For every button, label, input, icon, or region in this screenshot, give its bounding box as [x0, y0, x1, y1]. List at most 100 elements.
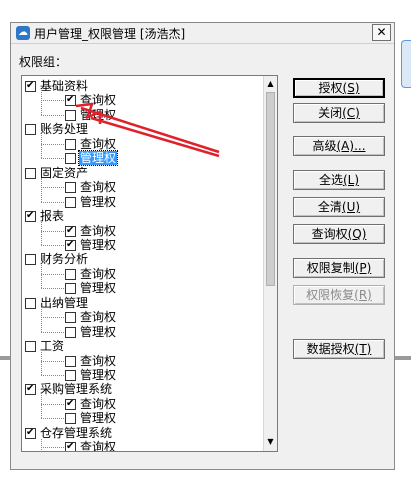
tree-checkbox[interactable] [65, 93, 76, 106]
tree-child-node[interactable]: 管理权 [65, 368, 117, 382]
permission-tree[interactable]: 基础资料查询权管理权账务处理查询权管理权固定资产查询权管理权报表查询权管理权财务… [21, 75, 278, 452]
restore-rights-button[interactable]: 权限恢复(R) [293, 285, 385, 305]
tree-child-node[interactable]: 查询权 [65, 137, 117, 151]
tree-child-node[interactable]: 管理权 [65, 238, 117, 252]
button-hotkey: (U) [341, 200, 361, 214]
scroll-thumb[interactable] [266, 92, 275, 286]
tree-connector [41, 179, 42, 202]
tree-child-node[interactable]: 管理权 [65, 108, 117, 122]
scroll-up-arrow[interactable]: ▲ [264, 77, 277, 91]
tree-node-label: 查询权 [80, 224, 117, 238]
data-auth-button[interactable]: 数据授权(T) [293, 339, 385, 359]
tree-connector [41, 332, 64, 333]
tree-node-label: 管理权 [80, 368, 117, 382]
tree-checkbox[interactable] [25, 123, 36, 135]
tree-checkbox[interactable] [65, 412, 76, 424]
tree-checkbox[interactable] [65, 238, 76, 251]
tree-node-label: 财务分析 [40, 252, 89, 266]
tree-checkbox[interactable] [25, 167, 36, 179]
tree-child-node[interactable]: 管理权 [65, 411, 117, 425]
tree-checkbox[interactable] [65, 326, 76, 338]
close-button[interactable]: 关闭(C) [293, 103, 385, 123]
tree-child-node[interactable]: 管理权 [65, 325, 117, 339]
tree-node-label: 管理权 [80, 195, 117, 209]
tree-node-label: 采购管理系统 [40, 382, 113, 396]
tree-checkbox[interactable] [65, 369, 76, 381]
tree-child-node[interactable]: 查询权 [65, 224, 117, 238]
tree-connector [41, 375, 64, 376]
tree-group-node[interactable]: 基础资料 [25, 79, 89, 93]
tree-connector [41, 144, 64, 145]
tree-checkbox[interactable] [25, 79, 36, 92]
tree-node-label: 管理权 [80, 108, 117, 122]
tree-checkbox[interactable] [65, 196, 76, 208]
tree-group-node[interactable]: 财务分析 [25, 252, 89, 266]
tree-checkbox[interactable] [65, 397, 76, 410]
scroll-down-arrow[interactable]: ▼ [264, 435, 277, 449]
tree-checkbox[interactable] [65, 138, 76, 150]
tree-checkbox[interactable] [25, 340, 36, 352]
tree-node-label: 管理权 [80, 281, 117, 295]
window-title: 用户管理_权限管理 [汤浩杰] [34, 27, 186, 41]
tree-connector [41, 231, 64, 232]
tree-checkbox[interactable] [65, 282, 76, 294]
tree-group-node[interactable]: 仓存管理系统 [25, 426, 113, 440]
tree-connector [41, 100, 64, 101]
tree-node-label: 查询权 [80, 267, 117, 281]
tree-connector [41, 245, 64, 246]
tree-connector [41, 418, 64, 419]
button-label: 权限复制 [306, 261, 355, 275]
tree-child-node[interactable]: 查询权 [65, 267, 117, 281]
tree-node-label: 账务处理 [40, 122, 89, 136]
tree-child-node[interactable]: 查询权 [65, 354, 117, 368]
vertical-scrollbar[interactable]: ▲ ▼ [263, 76, 277, 451]
advanced-button[interactable]: 高级(A)... [293, 136, 385, 156]
tree-child-node[interactable]: 查询权 [65, 310, 117, 324]
title-bar[interactable]: ☁ 用户管理_权限管理 [汤浩杰] ✕ [11, 23, 394, 44]
tree-child-node[interactable]: 查询权 [65, 397, 117, 411]
query-right-button[interactable]: 查询权(Q) [293, 224, 385, 244]
tree-group-node[interactable]: 固定资产 [25, 166, 89, 180]
tree-child-node[interactable]: 管理权 [65, 150, 119, 166]
select-all-button[interactable]: 全选(L) [293, 170, 385, 190]
tree-checkbox[interactable] [65, 181, 76, 193]
tree-group-node[interactable]: 出纳管理 [25, 296, 89, 310]
tree-checkbox[interactable] [25, 426, 36, 439]
tree-checkbox[interactable] [25, 253, 36, 265]
tree-child-node[interactable]: 查询权 [65, 440, 117, 451]
tree-group-node[interactable]: 工资 [25, 339, 65, 353]
tree-checkbox[interactable] [65, 440, 76, 451]
tree-node-label: 管理权 [80, 238, 117, 252]
tree-connector [41, 309, 42, 332]
tree-group-node[interactable]: 采购管理系统 [25, 382, 113, 396]
tree-child-node[interactable]: 查询权 [65, 93, 117, 107]
tree-connector [41, 317, 64, 318]
tree-child-node[interactable]: 管理权 [65, 281, 117, 295]
tree-checkbox[interactable] [65, 224, 76, 237]
tree-node-label: 查询权 [80, 93, 117, 107]
tree-node-label: 固定资产 [40, 166, 89, 180]
copy-rights-button[interactable]: 权限复制(P) [293, 258, 385, 278]
tree-connector [41, 439, 42, 451]
group-label: 权限组： [19, 55, 68, 69]
tree-group-node[interactable]: 账务处理 [25, 122, 89, 136]
close-icon[interactable]: ✕ [372, 24, 391, 41]
tree-connector [41, 135, 42, 158]
tree-checkbox[interactable] [65, 152, 76, 164]
tree-connector [41, 222, 42, 245]
authorize-button[interactable]: 授权(S) [293, 78, 385, 98]
tree-checkbox[interactable] [65, 311, 76, 323]
tree-checkbox[interactable] [25, 382, 36, 395]
tree-group-node[interactable]: 报表 [25, 209, 65, 223]
tree-node-label: 查询权 [80, 180, 117, 194]
clear-all-button[interactable]: 全清(U) [293, 197, 385, 217]
permission-dialog: ☁ 用户管理_权限管理 [汤浩杰] ✕ 权限组： 基础资料查询权管理权账务处理查… [10, 22, 395, 470]
tree-checkbox[interactable] [65, 109, 76, 121]
tree-child-node[interactable]: 查询权 [65, 180, 117, 194]
tree-checkbox[interactable] [65, 268, 76, 280]
tree-checkbox[interactable] [25, 297, 36, 309]
tree-checkbox[interactable] [25, 209, 36, 222]
tree-checkbox[interactable] [65, 355, 76, 367]
tree-child-node[interactable]: 管理权 [65, 195, 117, 209]
tree-connector [41, 158, 64, 159]
